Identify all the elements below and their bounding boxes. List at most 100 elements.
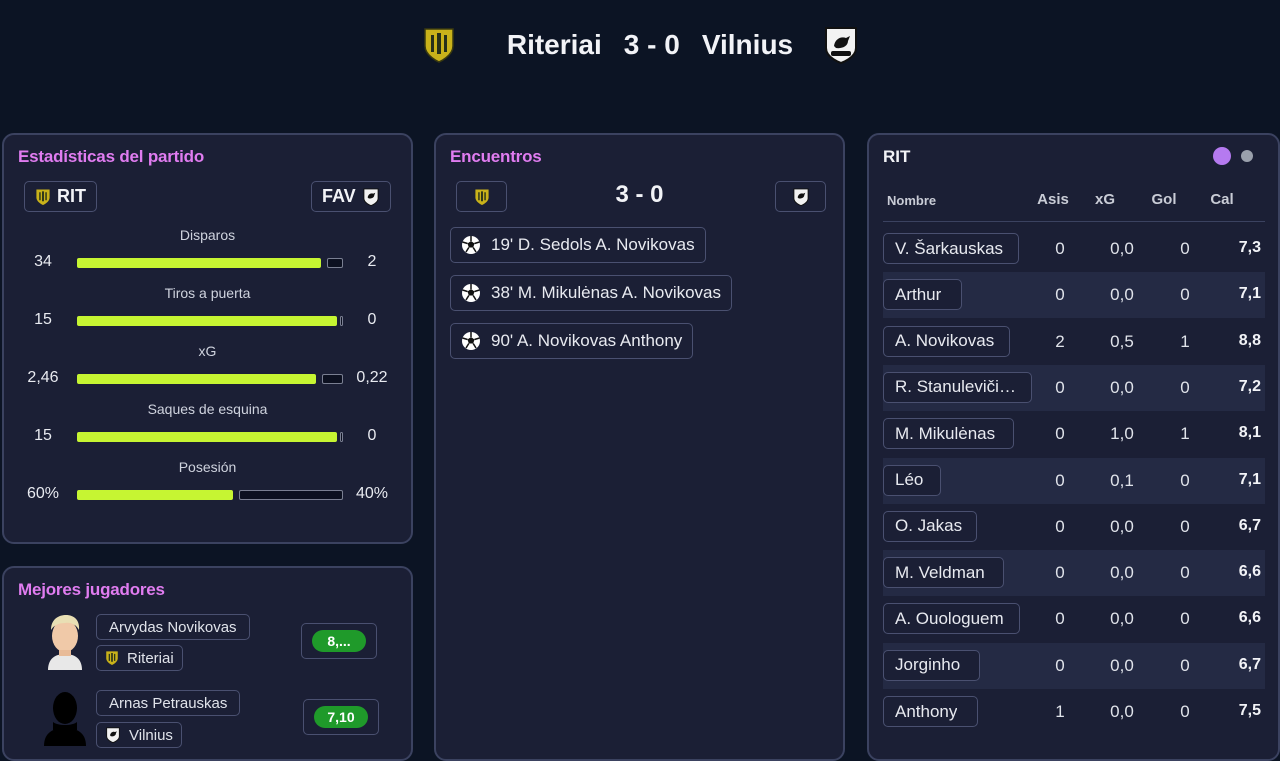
riteriai-crest-icon[interactable] bbox=[419, 23, 459, 67]
away-team-chip[interactable]: FAV bbox=[311, 181, 391, 212]
cell-goals: 0 bbox=[1180, 470, 1190, 490]
table-row[interactable]: V. Šarkauskas 0 0,0 0 7,3 bbox=[883, 226, 1265, 272]
player-name-chip[interactable]: V. Šarkauskas bbox=[883, 233, 1019, 264]
table-row[interactable]: R. Stanulevičių... 0 0,0 0 7,2 bbox=[883, 364, 1265, 411]
player-name-chip[interactable]: R. Stanulevičių... bbox=[883, 371, 1032, 403]
stat-away-value: 2 bbox=[367, 253, 377, 270]
player-club: Vilnius bbox=[129, 726, 173, 744]
cell-goals: 0 bbox=[1180, 655, 1190, 675]
table-row[interactable]: A. Ouologuem 0 0,0 0 6,6 bbox=[883, 596, 1265, 642]
cell-xg: 0,0 bbox=[1110, 655, 1134, 675]
table-row[interactable]: Arthur 0 0,0 0 7,1 bbox=[883, 272, 1265, 319]
player-rating-chip: 8,... bbox=[301, 623, 377, 659]
cell-xg: 0,5 bbox=[1110, 331, 1134, 351]
goal-event[interactable]: 90' A. Novikovas Anthony bbox=[450, 323, 694, 359]
home-share-bar bbox=[77, 258, 321, 268]
player-photo[interactable] bbox=[40, 610, 90, 670]
cell-rating: 7,5 bbox=[1238, 702, 1261, 719]
stat-home-value: 2,46 bbox=[27, 369, 59, 386]
player-photo-placeholder[interactable] bbox=[40, 686, 90, 746]
vilnius-crest-icon[interactable] bbox=[821, 23, 861, 67]
column-header-assists[interactable]: Asis bbox=[1029, 191, 1077, 208]
cell-goals: 0 bbox=[1180, 239, 1190, 258]
player-name: Arnas Petrauskas bbox=[109, 694, 228, 712]
player-club-chip[interactable]: Vilnius bbox=[96, 722, 182, 748]
cell-assists: 0 bbox=[1055, 377, 1065, 397]
cell-goals: 0 bbox=[1180, 285, 1190, 305]
table-header-divider bbox=[883, 221, 1265, 222]
stat-away-value: 0,22 bbox=[356, 369, 388, 386]
player-name-chip[interactable]: M. Veldman bbox=[883, 557, 1004, 589]
stat-comparison-bar bbox=[77, 374, 343, 384]
player-club-chip[interactable]: Riteriai bbox=[96, 645, 183, 671]
cell-goals: 0 bbox=[1180, 702, 1190, 721]
cell-xg: 0,0 bbox=[1110, 377, 1134, 397]
table-row[interactable]: O. Jakas 0 0,0 0 6,7 bbox=[883, 504, 1265, 550]
cell-rating: 8,8 bbox=[1238, 331, 1261, 349]
match-score: 3 - 0 bbox=[623, 29, 680, 60]
home-share-bar bbox=[77, 432, 337, 442]
player-name-chip[interactable]: Arnas Petrauskas bbox=[96, 690, 241, 716]
player-name-chip[interactable]: A. Ouologuem bbox=[883, 603, 1020, 635]
home-share-bar bbox=[77, 490, 233, 500]
event-text: 90' A. Novikovas Anthony bbox=[491, 331, 683, 350]
stat-label: Saques de esquina bbox=[147, 401, 268, 417]
player-name-chip[interactable]: Anthony bbox=[883, 696, 978, 727]
home-team-chip[interactable]: RIT bbox=[24, 181, 97, 212]
event-text: 38' M. Mikulėnas A. Novikovas bbox=[491, 283, 722, 302]
cell-xg: 0,0 bbox=[1110, 563, 1134, 583]
player-name-chip[interactable]: Arthur bbox=[883, 279, 962, 311]
cell-goals: 0 bbox=[1180, 377, 1190, 397]
goal-event[interactable]: 19' D. Sedols A. Novikovas bbox=[450, 227, 706, 263]
player-name: A. Novikovas bbox=[895, 331, 995, 351]
cell-goals: 0 bbox=[1180, 609, 1190, 629]
cell-assists: 0 bbox=[1055, 609, 1065, 629]
player-name: R. Stanulevičių... bbox=[895, 377, 1020, 397]
table-row[interactable]: Jorginho 0 0,0 0 6,7 bbox=[883, 642, 1265, 689]
player-name-chip[interactable]: Arvydas Novikovas bbox=[96, 614, 250, 640]
table-row[interactable]: Anthony 1 0,0 0 7,5 bbox=[883, 689, 1265, 735]
player-name-chip[interactable]: Jorginho bbox=[883, 649, 980, 681]
cell-xg: 0,0 bbox=[1110, 702, 1134, 721]
away-team-name[interactable]: Vilnius bbox=[702, 29, 793, 61]
match-header: Riteriai 3 - 0 Vilnius bbox=[0, 20, 1280, 70]
cell-rating: 7,1 bbox=[1238, 285, 1261, 303]
cell-assists: 0 bbox=[1055, 470, 1065, 490]
page-indicator-active-icon[interactable] bbox=[1213, 147, 1231, 165]
home-team-name[interactable]: Riteriai bbox=[507, 29, 602, 61]
player-name-chip[interactable]: Léo bbox=[883, 464, 941, 496]
table-row[interactable]: Léo 0 0,1 0 7,1 bbox=[883, 457, 1265, 504]
stat-comparison-bar bbox=[77, 432, 343, 442]
away-share-bar bbox=[239, 490, 343, 500]
table-row[interactable]: A. Novikovas 2 0,5 1 8,8 bbox=[883, 319, 1265, 365]
ratings-team-label: RIT bbox=[883, 147, 911, 166]
cell-rating: 8,1 bbox=[1238, 424, 1261, 442]
column-header-goals[interactable]: Gol bbox=[1144, 191, 1184, 208]
cell-assists: 0 bbox=[1055, 424, 1065, 444]
table-row[interactable]: M. Veldman 0 0,0 0 6,6 bbox=[883, 550, 1265, 597]
cell-assists: 0 bbox=[1055, 563, 1065, 583]
cell-assists: 0 bbox=[1055, 285, 1065, 305]
away-team-code: FAV bbox=[322, 186, 356, 206]
player-name: Léo bbox=[895, 470, 924, 489]
goal-event[interactable]: 38' M. Mikulėnas A. Novikovas bbox=[450, 275, 733, 311]
page-indicator-inactive-icon[interactable] bbox=[1241, 150, 1253, 162]
column-header-xg[interactable]: xG bbox=[1085, 191, 1125, 208]
cell-assists: 2 bbox=[1055, 331, 1065, 351]
table-row[interactable]: M. Mikulėnas 0 1,0 1 8,1 bbox=[883, 411, 1265, 457]
stat-comparison-bar bbox=[77, 490, 343, 500]
cell-assists: 0 bbox=[1055, 655, 1065, 675]
column-header-rating[interactable]: Cal bbox=[1202, 191, 1242, 208]
vilnius-crest-icon bbox=[106, 727, 120, 744]
panel-title: Estadísticas del partido bbox=[18, 147, 205, 166]
cell-goals: 1 bbox=[1180, 331, 1190, 351]
event-text: 19' D. Sedols A. Novikovas bbox=[491, 235, 695, 254]
events-panel: Encuentros 3 - 0 19' D. Sedols A. Noviko… bbox=[434, 133, 845, 761]
away-crest-chip[interactable] bbox=[775, 181, 826, 212]
player-name-chip[interactable]: O. Jakas bbox=[883, 510, 977, 542]
player-name: Arvydas Novikovas bbox=[109, 618, 237, 636]
riteriai-crest-icon bbox=[106, 651, 118, 665]
column-header-name[interactable]: Nombre bbox=[887, 193, 936, 208]
player-name-chip[interactable]: M. Mikulėnas bbox=[883, 418, 1014, 450]
player-name-chip[interactable]: A. Novikovas bbox=[883, 325, 1010, 357]
